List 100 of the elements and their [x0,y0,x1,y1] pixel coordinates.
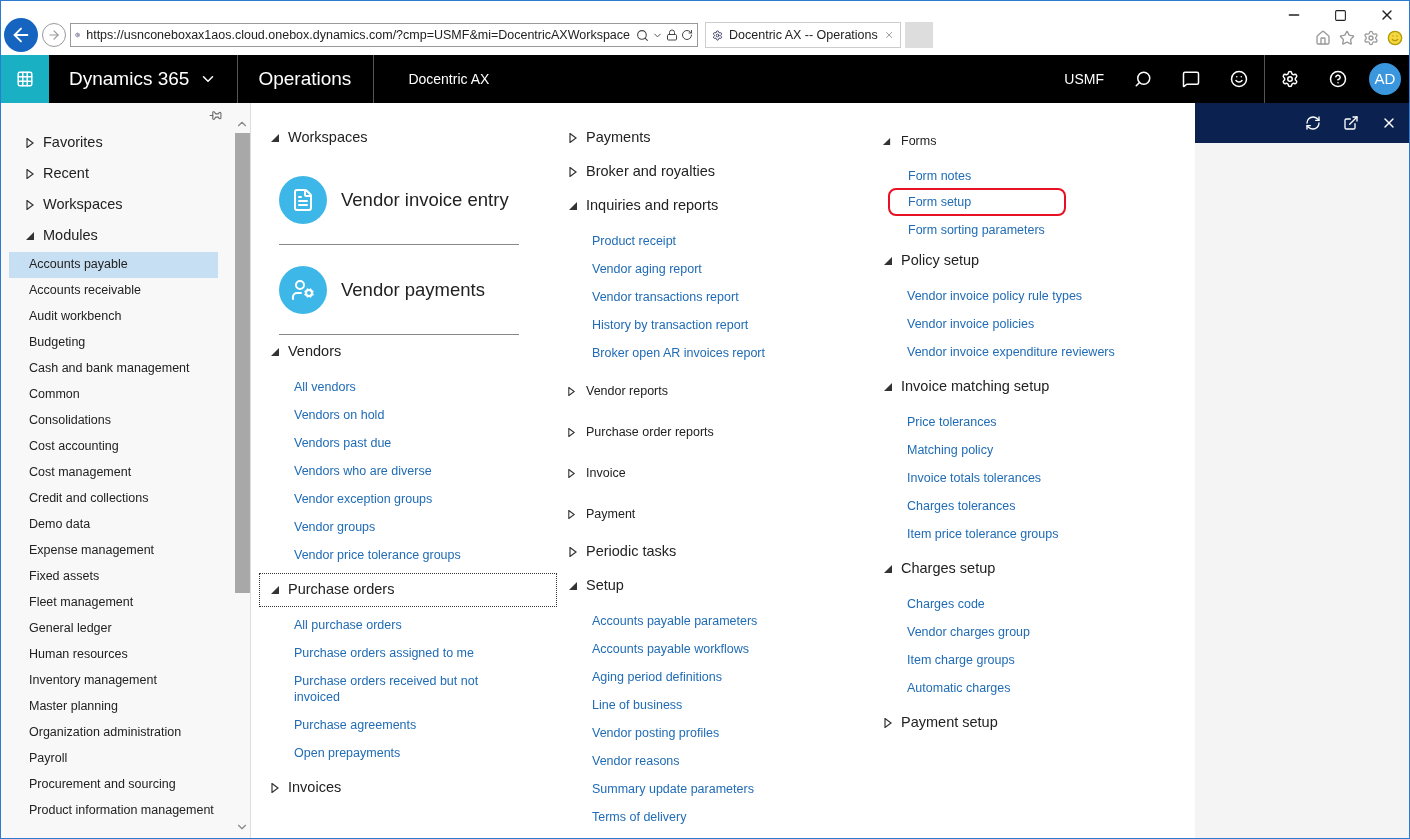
nav-link[interactable]: Price tolerances [905,412,999,432]
maximize-icon[interactable] [1334,8,1347,22]
module-item[interactable]: General ledger [9,616,218,642]
collapsed-triangle-icon[interactable] [567,387,576,396]
nav-link[interactable]: Form notes [906,166,974,186]
nav-link[interactable]: Vendor aging report [590,259,704,279]
section-header[interactable]: Inquiries and reports [557,189,872,223]
section-header[interactable]: Periodic tasks [557,535,872,569]
module-item[interactable]: Demo data [9,512,218,538]
collapsed-triangle-icon[interactable] [568,167,578,177]
open-in-new-window-icon[interactable] [1343,115,1359,131]
section-header[interactable]: Vendors [259,335,557,369]
nav-link[interactable]: Vendor exception groups [292,489,435,509]
nav-link[interactable]: Purchase orders received but not invoiced [292,671,512,707]
refresh-icon[interactable] [1305,115,1321,131]
nav-link[interactable]: Vendor invoice policy rule types [905,286,1085,306]
nav-link[interactable]: Line of business [590,695,685,715]
nav-link[interactable]: Accounts payable parameters [590,611,760,631]
sidebar-group[interactable]: Workspaces [25,189,224,220]
nav-link[interactable]: Broker open AR invoices report [590,343,767,363]
expanded-triangle-icon[interactable] [25,230,35,241]
collapsed-triangle-icon[interactable] [567,469,576,478]
nav-link[interactable]: Automatic charges [905,678,1013,698]
nav-link[interactable]: Form setup [888,188,1066,216]
module-item[interactable]: Organization administration [9,720,218,746]
subsection-header[interactable]: Vendor reports [557,371,872,412]
message-icon[interactable] [1182,70,1200,88]
module-item[interactable]: Common [9,382,218,408]
nav-link[interactable]: Form sorting parameters [906,220,1047,240]
section-header[interactable]: Invoices [259,771,557,805]
module-item[interactable]: Budgeting [9,330,218,356]
nav-link[interactable]: Item charge groups [905,650,1017,670]
module-item[interactable]: Master planning [9,694,218,720]
nav-link[interactable]: Matching policy [905,440,996,460]
expanded-triangle-icon[interactable] [883,256,893,266]
expanded-triangle-icon[interactable] [270,347,280,357]
module-item[interactable]: Fixed assets [9,564,218,590]
subsection-header[interactable]: Forms [872,121,1182,162]
collapsed-triangle-icon[interactable] [883,718,893,728]
nav-link[interactable]: Vendor posting profiles [590,723,722,743]
subsection-header[interactable]: Invoice [557,453,872,494]
sidebar-group[interactable]: Favorites [25,127,224,158]
nav-link[interactable]: History by transaction report [590,315,751,335]
browser-tab[interactable]: Docentric AX -- Operations [705,22,901,48]
module-item[interactable]: Expense management [9,538,218,564]
nav-link[interactable]: Vendor invoice expenditure reviewers [905,342,1117,362]
collapsed-triangle-icon[interactable] [270,783,280,793]
nav-link[interactable]: Charges tolerances [905,496,1018,516]
workspace-tile[interactable]: Vendor payments [279,245,519,335]
nav-link[interactable]: Vendors who are diverse [292,461,434,481]
collapsed-triangle-icon[interactable] [25,168,35,179]
refresh-icon[interactable] [681,29,693,41]
app-launcher-button[interactable] [1,55,49,103]
module-item[interactable]: Procurement and sourcing [9,772,218,798]
nav-link[interactable]: Charges code [905,594,987,614]
section-header[interactable]: Broker and royalties [557,155,872,189]
section-header[interactable]: Purchase orders [259,573,557,607]
subsection-header[interactable]: Payment [557,494,872,535]
expanded-triangle-icon[interactable] [883,564,893,574]
pin-icon[interactable] [209,109,222,122]
module-item[interactable]: Human resources [9,642,218,668]
module-item[interactable]: Credit and collections [9,486,218,512]
nav-link[interactable]: Summary update parameters [590,779,756,799]
collapsed-triangle-icon[interactable] [25,199,35,210]
search-icon[interactable] [636,28,649,42]
home-icon[interactable] [1315,30,1331,46]
collapsed-triangle-icon[interactable] [568,547,578,557]
help-icon[interactable] [1329,70,1347,88]
expanded-triangle-icon[interactable] [883,382,893,392]
expanded-triangle-icon[interactable] [568,201,578,211]
nav-link[interactable]: Vendors on hold [292,405,387,425]
subsection-header[interactable]: Purchase order reports [557,412,872,453]
nav-link[interactable]: Vendor groups [292,517,378,537]
module-item[interactable]: Cash and bank management [9,356,218,382]
company-name[interactable]: USMF [1064,68,1104,90]
module-item[interactable]: Consolidations [9,408,218,434]
address-bar[interactable]: https://usnconeboxax1aos.cloud.onebox.dynamics.com/?cmp=USMF&mi=DocentricAXWorkspace [70,23,698,47]
nav-link[interactable]: Accounts payable workflows [590,639,752,659]
nav-link[interactable]: Invoice totals tolerances [905,468,1044,488]
section-header[interactable]: Payment setup [872,706,1182,740]
module-item[interactable]: Payroll [9,746,218,772]
nav-link[interactable]: Vendor price tolerance groups [292,545,463,565]
nav-link[interactable]: Vendors past due [292,433,394,453]
module-item[interactable]: Audit workbench [9,304,218,330]
collapsed-triangle-icon[interactable] [567,510,576,519]
expanded-triangle-icon[interactable] [568,581,578,591]
section-header[interactable]: Setup [557,569,872,603]
section-header[interactable]: Workspaces [259,121,557,155]
nav-link[interactable]: Item price tolerance groups [905,524,1061,544]
nav-link[interactable]: Purchase orders assigned to me [292,643,476,663]
section-header[interactable]: Payments [557,121,872,155]
sidebar-group[interactable]: Recent [25,158,224,189]
module-item[interactable]: Accounts payable [9,252,218,278]
expanded-triangle-icon[interactable] [270,585,280,595]
collapsed-triangle-icon[interactable] [568,133,578,143]
module-item[interactable]: Cost accounting [9,434,218,460]
nav-link[interactable]: Aging period definitions [590,667,724,687]
sidebar-group[interactable]: Modules [25,220,224,251]
module-item[interactable]: Product information management [9,798,218,824]
nav-link[interactable]: Vendor invoice policies [905,314,1037,334]
